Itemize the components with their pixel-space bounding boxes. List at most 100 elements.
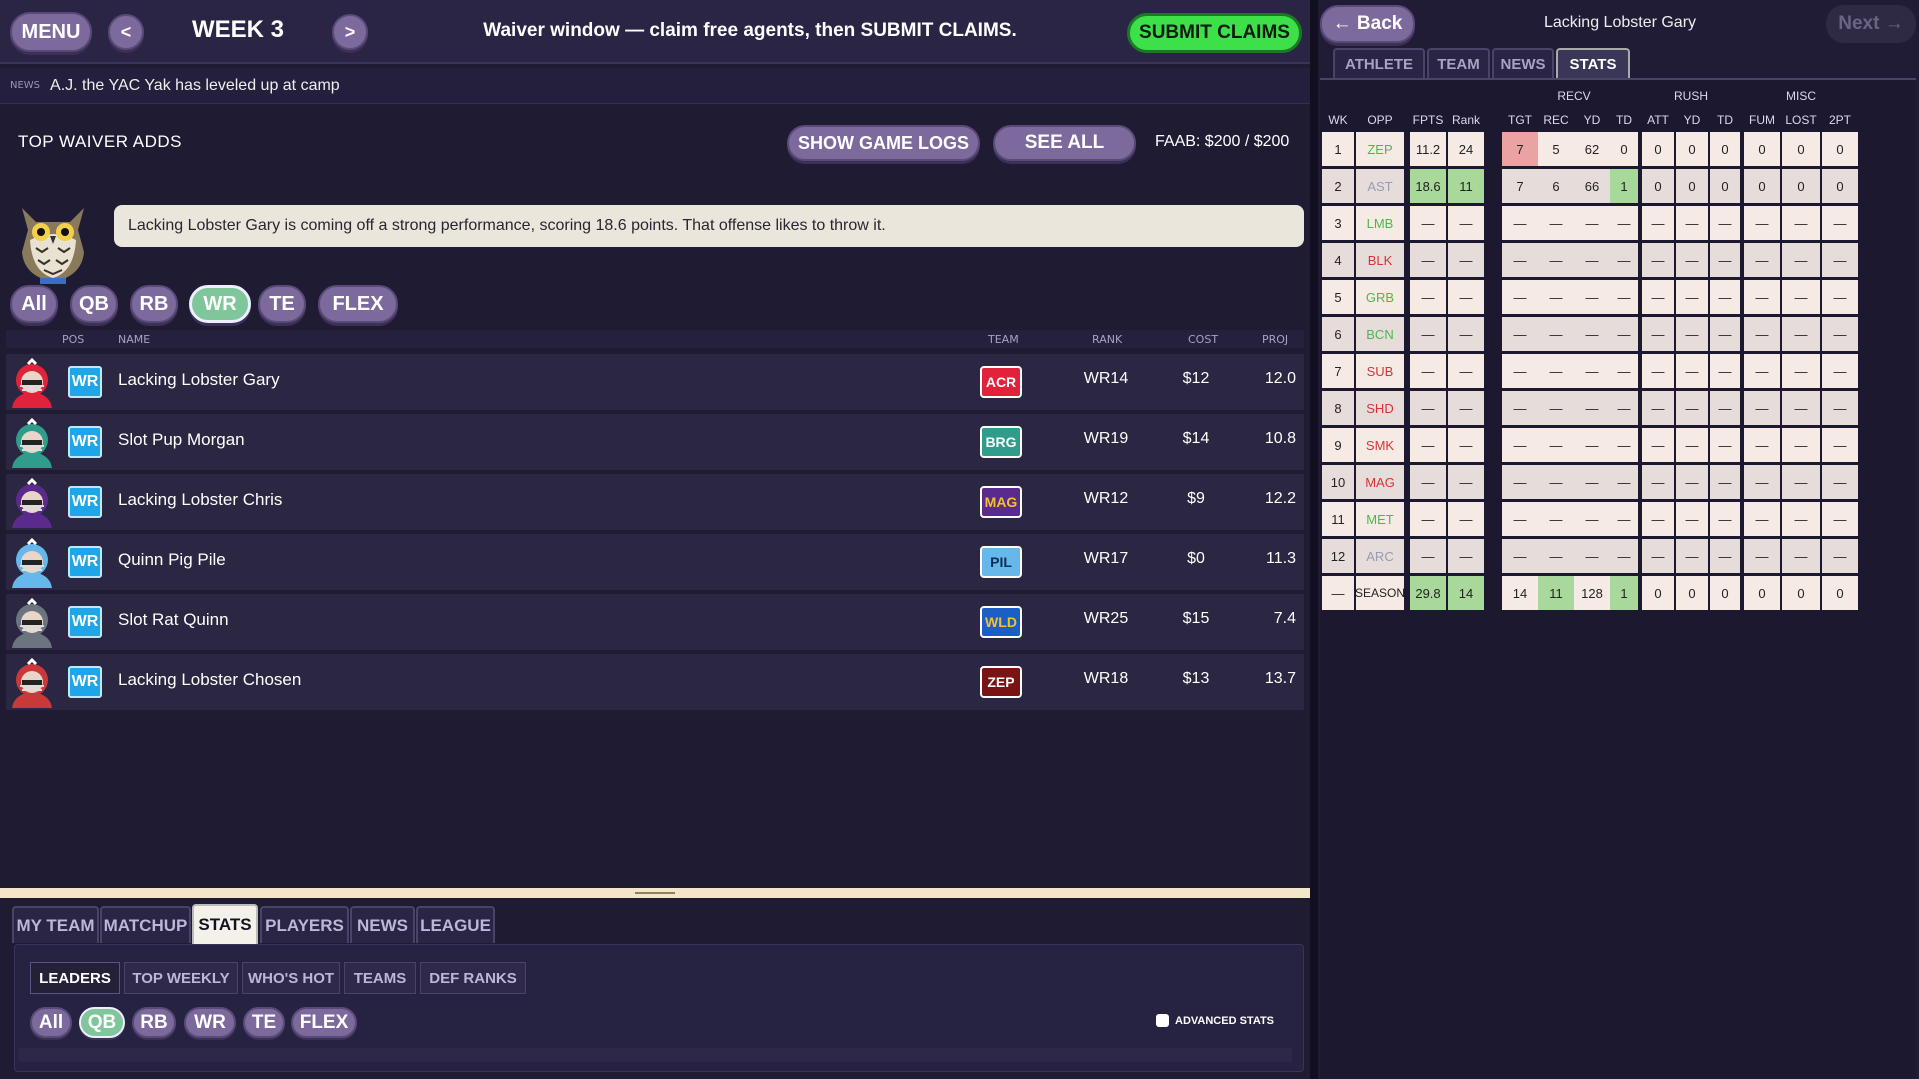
submit-claims-button[interactable]: SUBMIT CLAIMS <box>1127 13 1302 53</box>
table-row[interactable]: WR Slot Pup Morgan BRG WR19 $14 10.8 <box>6 414 1304 470</box>
opponent-cell: SHD <box>1356 391 1404 425</box>
player-tab-stats[interactable]: STATS <box>1556 48 1630 78</box>
stat-cell: — <box>1642 243 1674 277</box>
player-name[interactable]: Lacking Lobster Chris <box>118 490 282 510</box>
player-tab-news[interactable]: NEWS <box>1492 48 1554 78</box>
stat-cell: — <box>1610 317 1638 351</box>
menu-button[interactable]: MENU <box>10 12 92 52</box>
opponent-cell: SEASON <box>1355 576 1405 610</box>
stat-cell: — <box>1642 428 1674 462</box>
player-rank: WR14 <box>1083 370 1129 387</box>
stat-cell: — <box>1610 465 1638 499</box>
player-tab-athlete[interactable]: ATHLETE <box>1333 48 1425 78</box>
checkbox-icon[interactable] <box>1156 1014 1169 1027</box>
see-all-button[interactable]: SEE ALL <box>993 125 1136 161</box>
col-name: NAME <box>118 333 151 346</box>
stat-cell: — <box>1448 243 1484 277</box>
tab-news[interactable]: NEWS <box>350 906 415 943</box>
stat-cell: 6 <box>1538 169 1574 203</box>
subtab-teams[interactable]: TEAMS <box>344 962 416 994</box>
subtab-leaders[interactable]: LEADERS <box>30 962 120 994</box>
table-row[interactable]: WR Lacking Lobster Chris MAG WR12 $9 12.2 <box>6 474 1304 530</box>
column-header: FUM <box>1749 113 1775 127</box>
filter-all-button[interactable]: All <box>10 285 58 323</box>
player-tab-team[interactable]: TEAM <box>1427 48 1490 78</box>
column-header: TGT <box>1508 113 1532 127</box>
stat-cell: — <box>1744 465 1780 499</box>
stat-cell: — <box>1574 465 1610 499</box>
col-team: TEAM <box>988 333 1019 346</box>
next-player-button[interactable]: Next → <box>1826 5 1916 43</box>
opponent-cell: SUB <box>1356 354 1404 388</box>
stats-filter-qb-button[interactable]: QB <box>79 1007 125 1038</box>
tab-matchup[interactable]: MATCHUP <box>100 906 191 943</box>
filter-qb-button[interactable]: QB <box>70 285 118 323</box>
stat-cell: — <box>1710 502 1740 536</box>
stat-cell: — <box>1538 539 1574 573</box>
stat-cell: — <box>1502 243 1538 277</box>
subtab-who-s-hot[interactable]: WHO'S HOT <box>242 962 340 994</box>
player-cost: $14 <box>1182 430 1210 447</box>
stat-cell: — <box>1574 243 1610 277</box>
player-name[interactable]: Slot Rat Quinn <box>118 610 229 630</box>
stat-cell: — <box>1502 539 1538 573</box>
stat-cell: 29.8 <box>1410 576 1446 610</box>
filter-flex-button[interactable]: FLEX <box>318 285 398 323</box>
subtab-def-ranks[interactable]: DEF RANKS <box>420 962 526 994</box>
player-name[interactable]: Slot Pup Morgan <box>118 430 245 450</box>
stat-cell: 0 <box>1642 169 1674 203</box>
filter-rb-button[interactable]: RB <box>130 285 178 323</box>
news-ticker[interactable]: NEWS A.J. the YAC Yak has leveled up at … <box>0 68 1310 104</box>
stats-filter-rb-button[interactable]: RB <box>132 1007 176 1038</box>
prev-week-button[interactable]: < <box>108 14 144 50</box>
stats-filter-all-button[interactable]: All <box>30 1007 72 1038</box>
filter-te-button[interactable]: TE <box>258 285 306 323</box>
player-cost: $12 <box>1182 370 1210 387</box>
tab-stats[interactable]: STATS <box>192 904 258 944</box>
stat-cell: — <box>1448 539 1484 573</box>
next-week-button[interactable]: > <box>332 14 368 50</box>
stat-cell: — <box>1538 354 1574 388</box>
stats-filter-te-button[interactable]: TE <box>243 1007 285 1038</box>
player-projection: 13.7 <box>1264 670 1296 687</box>
advanced-stats-toggle[interactable]: ADVANCED STATS <box>1156 1014 1274 1027</box>
stat-cell: — <box>1710 465 1740 499</box>
stat-cell: — <box>1822 391 1858 425</box>
stat-cell: — <box>1610 428 1638 462</box>
stat-cell: — <box>1710 391 1740 425</box>
stat-cell: — <box>1502 428 1538 462</box>
show-game-logs-button[interactable]: SHOW GAME LOGS <box>787 125 980 161</box>
stat-cell: — <box>1538 280 1574 314</box>
player-name[interactable]: Lacking Lobster Gary <box>118 370 280 390</box>
subtab-top-weekly[interactable]: TOP WEEKLY <box>124 962 238 994</box>
column-header: 2PT <box>1828 113 1851 127</box>
stat-cell: 0 <box>1676 576 1708 610</box>
tab-league[interactable]: LEAGUE <box>416 906 495 943</box>
tab-players[interactable]: PLAYERS <box>260 906 349 943</box>
table-row[interactable]: WR Lacking Lobster Gary ACR WR14 $12 12.0 <box>6 354 1304 410</box>
pane-divider[interactable] <box>1310 0 1318 1079</box>
tab-my-team[interactable]: MY TEAM <box>12 906 99 943</box>
player-name[interactable]: Lacking Lobster Chosen <box>118 670 301 690</box>
table-row[interactable]: WR Lacking Lobster Chosen ZEP WR18 $13 13.7 <box>6 654 1304 710</box>
table-row[interactable]: WR Slot Rat Quinn WLD WR25 $15 7.4 <box>6 594 1304 650</box>
stat-cell: — <box>1782 428 1820 462</box>
filter-wr-button[interactable]: WR <box>189 285 251 323</box>
opponent-cell: LMB <box>1356 206 1404 240</box>
stats-filter-wr-button[interactable]: WR <box>184 1007 236 1038</box>
stats-filter-flex-button[interactable]: FLEX <box>291 1007 357 1038</box>
stat-cell: — <box>1744 539 1780 573</box>
table-row[interactable]: WR Quinn Pig Pile PIL WR17 $0 11.3 <box>6 534 1304 590</box>
player-rank: WR12 <box>1083 490 1129 507</box>
stat-cell: 0 <box>1676 132 1708 166</box>
stat-cell: 0 <box>1710 576 1740 610</box>
table-header: POS NAME TEAM RANK COST PROJ <box>6 330 1304 348</box>
grip-icon <box>635 892 675 894</box>
stat-cell: — <box>1642 280 1674 314</box>
player-projection: 10.8 <box>1264 430 1296 447</box>
stat-cell: 66 <box>1574 169 1610 203</box>
back-button[interactable]: ← Back <box>1320 5 1415 43</box>
horizontal-scrollbar[interactable] <box>18 1048 1292 1062</box>
player-name[interactable]: Quinn Pig Pile <box>118 550 226 570</box>
stat-cell: 0 <box>1744 169 1780 203</box>
